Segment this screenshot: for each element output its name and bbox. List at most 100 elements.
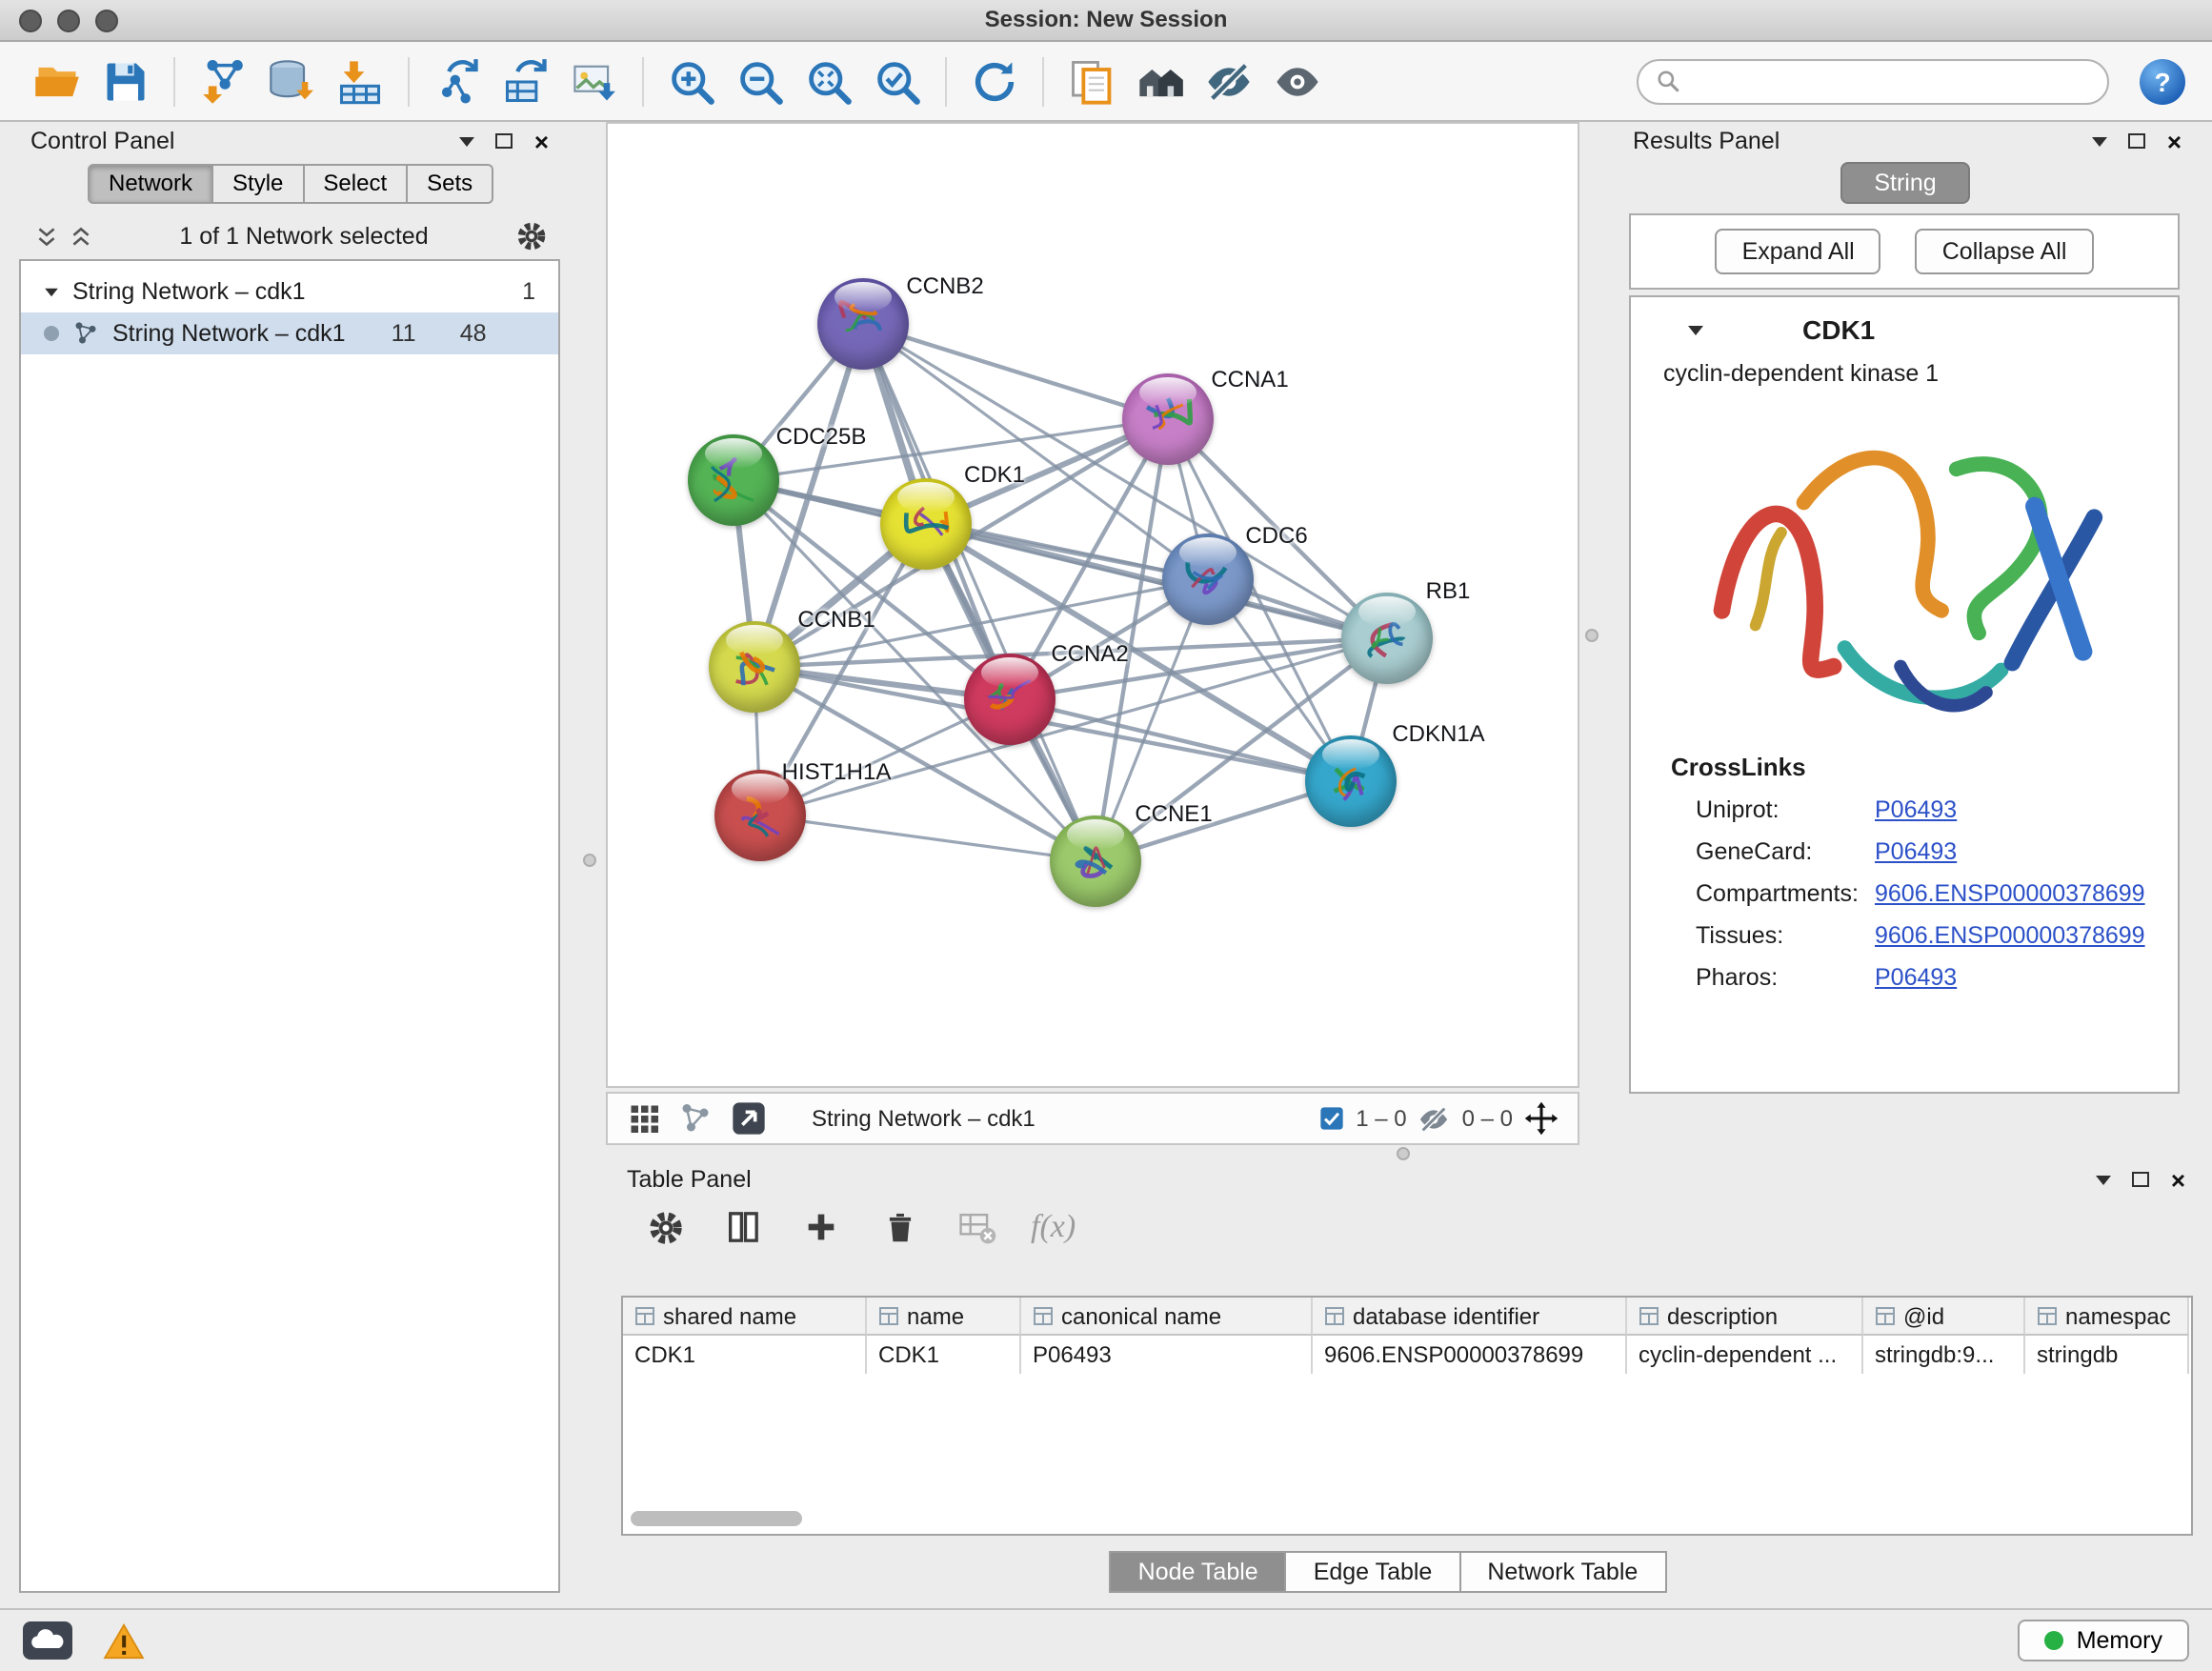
open-in-window-button[interactable] [730, 1099, 768, 1137]
expand-all-button[interactable]: Expand All [1716, 229, 1881, 274]
network-node-CCNA2[interactable] [964, 654, 1056, 745]
network-node-CDK1[interactable] [880, 478, 972, 570]
minimize-window-button[interactable] [57, 10, 80, 32]
splitter-handle[interactable] [1585, 629, 1599, 642]
close-panel-icon[interactable]: × [2171, 1167, 2185, 1192]
table-cell[interactable]: CDK1 [867, 1336, 1021, 1374]
import-network-database-button[interactable] [261, 49, 322, 113]
column-header-description[interactable]: description [1627, 1298, 1863, 1336]
collapse-all-button[interactable]: Collapse All [1916, 229, 2094, 274]
network-canvas[interactable]: CCNB2CCNA1CDC25BCDK1CDC6RB1CCNB1CCNA2CDK… [606, 122, 1579, 1088]
warnings-button[interactable] [103, 1622, 145, 1659]
gene-disclosure-icon[interactable] [1688, 325, 1703, 334]
import-network-file-button[interactable] [192, 49, 253, 113]
column-header-shared-name[interactable]: shared name [623, 1298, 867, 1336]
add-column-button[interactable] [796, 1202, 846, 1252]
function-builder-button[interactable]: f(x) [1031, 1202, 1076, 1252]
collection-disclosure-icon[interactable] [45, 288, 58, 296]
zoom-in-button[interactable] [661, 49, 722, 113]
show-elements-button[interactable] [1267, 49, 1328, 113]
tab-node-table[interactable]: Node Table [1110, 1551, 1287, 1593]
table-settings-button[interactable] [640, 1202, 690, 1252]
show-columns-button[interactable] [718, 1202, 768, 1252]
panel-menu-icon[interactable] [460, 136, 475, 146]
horizontal-scrollbar[interactable] [631, 1511, 802, 1526]
navigator-button[interactable] [1524, 1101, 1558, 1136]
network-edge[interactable] [863, 324, 1096, 861]
home-overview-button[interactable] [1130, 49, 1191, 113]
network-edge[interactable] [1010, 699, 1351, 781]
tab-network-table[interactable]: Network Table [1460, 1551, 1666, 1593]
zoom-out-button[interactable] [730, 49, 791, 113]
crosslink-link[interactable]: 9606.ENSP00000378699 [1875, 880, 2145, 907]
table-cell[interactable]: stringdb:9... [1863, 1336, 2025, 1374]
network-node-CDC25B[interactable] [688, 434, 779, 526]
column-header--id[interactable]: @id [1863, 1298, 2025, 1336]
splitter-handle[interactable] [583, 854, 596, 867]
table-cell[interactable]: stringdb [2025, 1336, 2189, 1374]
clone-table-button[interactable] [495, 49, 556, 113]
network-collection-row[interactable]: String Network – cdk1 1 [21, 271, 558, 312]
close-panel-icon[interactable]: × [2167, 129, 2182, 153]
network-share-button[interactable] [678, 1101, 713, 1136]
search-input[interactable] [1692, 68, 2090, 94]
float-panel-icon[interactable] [496, 133, 513, 149]
column-header-name[interactable]: name [867, 1298, 1021, 1336]
memory-button[interactable]: Memory [2018, 1620, 2189, 1661]
table-cell[interactable]: P06493 [1021, 1336, 1313, 1374]
zoom-selected-button[interactable] [867, 49, 928, 113]
crosslink-link[interactable]: P06493 [1875, 838, 1957, 865]
import-table-button[interactable] [330, 49, 391, 113]
network-options-gear-icon[interactable] [514, 219, 549, 253]
network-node-CDKN1A[interactable] [1305, 735, 1397, 827]
column-header-namespac[interactable]: namespac [2025, 1298, 2189, 1336]
panel-menu-icon[interactable] [2093, 136, 2108, 146]
open-session-button[interactable] [27, 49, 88, 113]
collapse-tree-icon[interactable] [69, 224, 93, 249]
tab-style[interactable]: Style [213, 164, 304, 204]
cloud-services-button[interactable] [23, 1621, 72, 1660]
panel-menu-icon[interactable] [2097, 1175, 2112, 1184]
network-edge[interactable] [760, 815, 1096, 861]
tab-network[interactable]: Network [88, 164, 213, 204]
network-node-CCNB1[interactable] [709, 621, 800, 713]
tab-string[interactable]: String [1840, 162, 1970, 204]
hide-elements-button[interactable] [1198, 49, 1259, 113]
crosslink-link[interactable]: P06493 [1875, 796, 1957, 823]
network-node-CDC6[interactable] [1162, 534, 1254, 625]
zoom-fit-button[interactable] [798, 49, 859, 113]
network-row[interactable]: String Network – cdk1 11 48 [21, 312, 558, 354]
grid-options-button[interactable] [627, 1101, 661, 1136]
close-window-button[interactable] [19, 10, 42, 32]
refresh-view-button[interactable] [964, 49, 1025, 113]
table-cell[interactable]: 9606.ENSP00000378699 [1313, 1336, 1627, 1374]
column-header-canonical-name[interactable]: canonical name [1021, 1298, 1313, 1336]
delete-table-button[interactable] [953, 1202, 1002, 1252]
float-panel-icon[interactable] [2129, 133, 2146, 149]
delete-column-button[interactable] [875, 1202, 924, 1252]
clone-network-button[interactable] [427, 49, 488, 113]
open-folder-icon [32, 56, 82, 106]
copy-document-button[interactable] [1061, 49, 1122, 113]
column-header-database-identifier[interactable]: database identifier [1313, 1298, 1627, 1336]
tab-sets[interactable]: Sets [408, 164, 493, 204]
tab-edge-table[interactable]: Edge Table [1287, 1551, 1461, 1593]
network-node-CCNB2[interactable] [817, 278, 909, 370]
splitter-handle[interactable] [1397, 1147, 1410, 1160]
zoom-window-button[interactable] [95, 10, 118, 32]
crosslink-link[interactable]: P06493 [1875, 964, 1957, 991]
export-image-button[interactable] [564, 49, 625, 113]
network-edge[interactable] [863, 324, 1168, 419]
help-button[interactable]: ? [2140, 58, 2185, 104]
save-session-button[interactable] [95, 49, 156, 113]
network-node-CCNA1[interactable] [1122, 373, 1214, 465]
tab-select[interactable]: Select [304, 164, 408, 204]
close-panel-icon[interactable]: × [534, 129, 549, 153]
expand-tree-icon[interactable] [34, 224, 59, 249]
crosslink-link[interactable]: 9606.ENSP00000378699 [1875, 922, 2145, 949]
table-cell[interactable]: cyclin-dependent ... [1627, 1336, 1863, 1374]
float-panel-icon[interactable] [2133, 1172, 2150, 1187]
network-node-CCNE1[interactable] [1050, 815, 1141, 907]
table-cell[interactable]: CDK1 [623, 1336, 867, 1374]
network-node-RB1[interactable] [1341, 593, 1433, 684]
